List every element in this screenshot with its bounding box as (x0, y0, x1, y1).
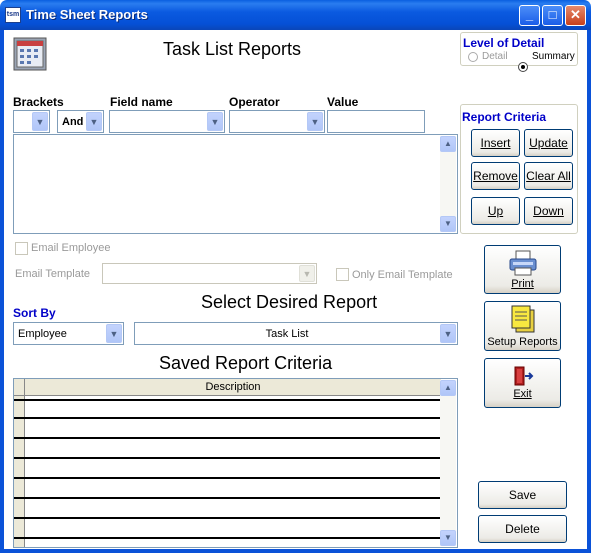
delete-button[interactable]: Delete (478, 515, 567, 543)
table-row[interactable] (14, 537, 441, 539)
email-employee-checkbox[interactable] (15, 242, 28, 255)
email-employee-label: Email Employee (31, 242, 111, 254)
only-email-template-label: Only Email Template (352, 269, 453, 281)
notes-icon (511, 305, 534, 333)
remove-button-label: Remove (473, 169, 518, 183)
only-email-template-checkbox[interactable] (336, 268, 349, 281)
insert-button-label: Insert (480, 136, 511, 150)
detail-radio-label: Detail (482, 51, 508, 62)
minimize-button[interactable]: _ (519, 5, 540, 26)
close-button[interactable]: ✕ (565, 5, 586, 26)
window-title: Time Sheet Reports (26, 7, 148, 22)
scroll-down-icon[interactable]: ▼ (440, 216, 456, 232)
chevron-down-icon: ▼ (106, 324, 122, 343)
scroll-down-icon[interactable]: ▼ (440, 530, 456, 546)
table-row[interactable] (14, 517, 441, 519)
description-column-header[interactable]: Description (25, 379, 441, 396)
chevron-down-icon: ▼ (32, 112, 48, 131)
brackets-dropdown[interactable]: ▼ (13, 110, 50, 133)
sort-by-label: Sort By (13, 306, 56, 320)
chevron-down-icon: ▼ (299, 265, 315, 282)
up-button[interactable]: Up (471, 197, 520, 225)
print-button-label: Print (511, 277, 534, 290)
print-button[interactable]: Print (484, 245, 561, 294)
level-of-detail-label: Level of Detail (463, 36, 545, 50)
summary-radio[interactable] (518, 62, 528, 72)
exit-button[interactable]: Exit (484, 358, 561, 408)
table-row[interactable] (14, 457, 441, 459)
grid-scrollbar[interactable]: ▲ ▼ (440, 380, 456, 546)
saved-criteria-grid[interactable]: Description ▲ ▼ (13, 378, 458, 548)
down-button[interactable]: Down (524, 197, 573, 225)
saved-criteria-title: Saved Report Criteria (159, 353, 333, 373)
table-row[interactable] (14, 417, 441, 419)
exit-button-label: Exit (513, 388, 532, 400)
app-icon: tsm (5, 7, 21, 23)
value-label: Value (327, 95, 359, 109)
criteria-scrollbar[interactable]: ▲ ▼ (440, 136, 456, 232)
update-button-label: Update (529, 136, 568, 150)
page-title: Task List Reports (163, 39, 302, 59)
down-button-label: Down (533, 204, 564, 218)
clear-all-button-label: Clear All (526, 169, 571, 183)
chevron-down-icon: ▼ (307, 112, 323, 131)
window-frame-bottom (0, 549, 591, 553)
chevron-down-icon: ▼ (86, 112, 102, 131)
report-calendar-icon (13, 37, 47, 71)
printer-icon (509, 250, 536, 275)
window-frame-right (587, 30, 591, 553)
grid-corner (14, 379, 25, 396)
exit-door-icon (514, 366, 533, 386)
sort-by-dropdown[interactable]: Employee ▼ (13, 322, 124, 345)
summary-radio-label: Summary (532, 51, 575, 62)
value-input[interactable] (327, 110, 425, 133)
clear-all-button[interactable]: Clear All (524, 162, 573, 190)
field-name-dropdown[interactable]: ▼ (109, 110, 225, 133)
sort-by-value: Employee (18, 327, 67, 340)
criteria-list[interactable]: ▲ ▼ (13, 134, 458, 234)
setup-reports-button-label: Setup Reports (487, 336, 558, 348)
table-row[interactable] (14, 477, 441, 479)
logic-operator-dropdown[interactable]: And ▼ (57, 110, 104, 133)
chevron-down-icon: ▼ (207, 112, 223, 131)
email-template-label: Email Template (15, 268, 90, 280)
insert-button[interactable]: Insert (471, 129, 520, 157)
up-button-label: Up (487, 204, 504, 218)
scroll-up-icon[interactable]: ▲ (440, 136, 456, 152)
logic-operator-value: And (62, 115, 84, 128)
select-report-title: Select Desired Report (201, 292, 378, 312)
update-button[interactable]: Update (524, 129, 573, 157)
report-criteria-label: Report Criteria (462, 110, 547, 124)
operator-label: Operator (229, 95, 280, 109)
chevron-down-icon: ▼ (440, 324, 456, 343)
remove-button[interactable]: Remove (471, 162, 520, 190)
email-template-dropdown[interactable]: ▼ (102, 263, 317, 284)
table-row[interactable] (14, 399, 441, 401)
scroll-up-icon[interactable]: ▲ (440, 380, 456, 396)
setup-reports-button[interactable]: Setup Reports (484, 301, 561, 351)
table-row[interactable] (14, 437, 441, 439)
report-value: Task List (265, 327, 309, 340)
field-name-label: Field name (110, 95, 173, 109)
operator-dropdown[interactable]: ▼ (229, 110, 325, 133)
save-button[interactable]: Save (478, 481, 567, 509)
report-dropdown[interactable]: Task List ▼ (134, 322, 458, 345)
brackets-label: Brackets (13, 95, 64, 109)
window-frame-left (0, 30, 4, 553)
table-row[interactable] (14, 497, 441, 499)
detail-radio[interactable] (468, 52, 478, 62)
maximize-button[interactable]: □ (542, 5, 563, 26)
